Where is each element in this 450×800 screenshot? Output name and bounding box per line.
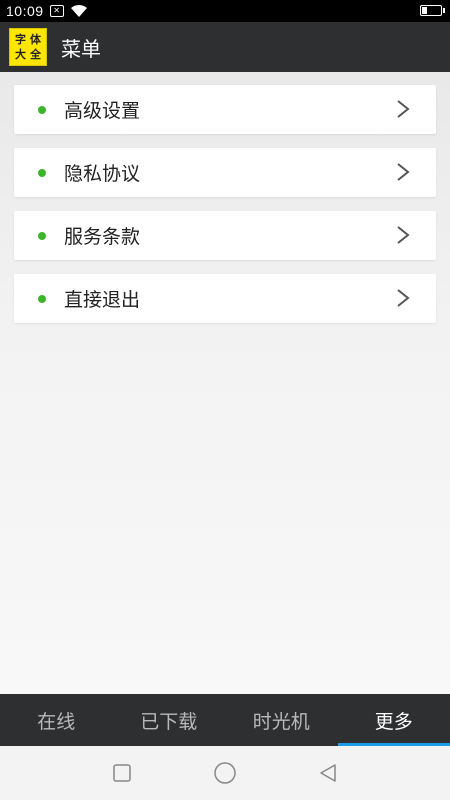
menu-item-label: 直接退出: [64, 289, 141, 311]
tab-time-machine[interactable]: 时光机: [225, 694, 338, 746]
bottom-tab-bar: 在线 已下载 时光机 更多: [0, 694, 450, 746]
nav-home-button[interactable]: [213, 761, 237, 785]
menu-item-label: 隐私协议: [64, 163, 141, 185]
page-title: 菜单: [61, 36, 101, 61]
chevron-right-icon: [397, 100, 410, 118]
tab-online[interactable]: 在线: [0, 694, 113, 746]
menu-item-label: 服务条款: [64, 226, 141, 248]
bullet-dot-icon: [38, 105, 46, 114]
app-logo: 字 体 大 全: [9, 28, 47, 66]
battery-icon: [420, 5, 445, 16]
chevron-right-icon: [397, 289, 410, 307]
notification-icon: ✕: [49, 5, 64, 17]
bullet-dot-icon: [38, 294, 46, 303]
nav-back-button[interactable]: [316, 761, 340, 785]
logo-char: 字: [15, 33, 26, 46]
logo-char: 全: [30, 48, 41, 61]
chevron-right-icon: [397, 163, 410, 181]
tab-more[interactable]: 更多: [337, 694, 450, 746]
menu-item-privacy-policy[interactable]: 隐私协议: [14, 148, 436, 197]
menu-item-advanced-settings[interactable]: 高级设置: [14, 85, 436, 134]
chevron-right-icon: [397, 226, 410, 244]
triangle-back-icon: [320, 764, 337, 782]
menu-item-exit[interactable]: 直接退出: [14, 274, 436, 323]
bullet-dot-icon: [38, 168, 46, 177]
nav-recent-button[interactable]: [110, 761, 134, 785]
circle-icon: [214, 762, 236, 784]
menu-item-terms-of-service[interactable]: 服务条款: [14, 211, 436, 260]
status-time: 10:09: [6, 3, 44, 19]
system-nav-bar: [0, 746, 450, 800]
menu-item-label: 高级设置: [64, 100, 141, 122]
logo-char: 体: [30, 33, 41, 46]
app-bar: 字 体 大 全 菜单: [0, 22, 450, 72]
wifi-icon: [70, 4, 87, 17]
bullet-dot-icon: [38, 231, 46, 240]
square-icon: [112, 764, 131, 782]
status-bar: 10:09 ✕: [0, 0, 450, 22]
menu-list: 高级设置 隐私协议 服务条款 直接退出: [14, 85, 436, 337]
logo-char: 大: [15, 48, 26, 61]
tab-downloaded[interactable]: 已下载: [113, 694, 226, 746]
